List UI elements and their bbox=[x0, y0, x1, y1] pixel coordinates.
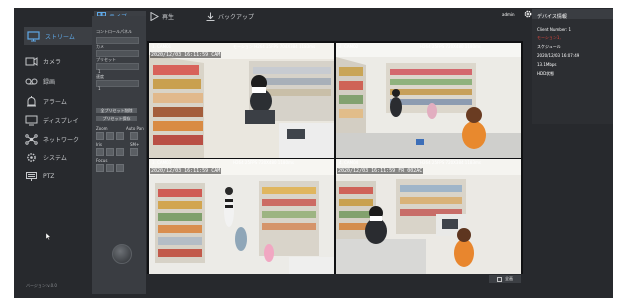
ptz-icon bbox=[26, 171, 37, 181]
camera-view-1[interactable]: 1. CAM01 モーション H264 25FPS 704X384 1183ms… bbox=[149, 43, 334, 158]
save-preset-button[interactable]: プリセット保存 bbox=[96, 116, 137, 121]
system-icon bbox=[27, 152, 36, 162]
sidebar-item-label: ストリーム bbox=[45, 33, 75, 41]
bitrate-value: 13.1Mbps bbox=[537, 62, 557, 67]
current-datetime: 2020/12/03 16:07:49 bbox=[537, 53, 580, 58]
camera-title: 1. CAM01 bbox=[152, 44, 172, 49]
iris-auto-button[interactable] bbox=[116, 148, 124, 156]
sidebar-item-stream[interactable]: ストリーム bbox=[24, 27, 100, 45]
camera-stream-info: H264 25FPS 720X384 1183ms bbox=[420, 160, 481, 165]
camera-feed-image bbox=[149, 159, 334, 274]
iris-label: Iris bbox=[96, 142, 103, 147]
tab-playback[interactable]: 再生 bbox=[150, 11, 174, 21]
sidebar-item-label: システム bbox=[43, 154, 67, 162]
sidebar-item-label: 録画 bbox=[43, 78, 56, 86]
camera-title: 3. CAM03 bbox=[152, 160, 172, 165]
play-icon bbox=[150, 11, 159, 21]
iris-open-button[interactable] bbox=[106, 148, 114, 156]
focus-far-button[interactable] bbox=[106, 164, 114, 172]
speed-select[interactable] bbox=[96, 80, 139, 87]
download-icon bbox=[206, 12, 215, 21]
sidebar-item-label: ディスプレイ bbox=[43, 117, 79, 125]
nvr-app: ストリーム カメラ 録画 アラーム ディスプレイ ネットワーク システム PTZ… bbox=[0, 0, 626, 307]
schedule-label: スケジュール bbox=[537, 44, 561, 49]
control-panel-title: コントロールパネル bbox=[96, 29, 132, 34]
sidebar-item-display[interactable]: ディスプレイ bbox=[22, 111, 100, 129]
camera-title: 2. CAM02 bbox=[339, 44, 359, 49]
speed-mode-button[interactable] bbox=[130, 148, 138, 156]
focus-auto-button[interactable] bbox=[116, 164, 124, 172]
tab-backup[interactable]: バックアップ bbox=[206, 11, 254, 21]
mouse-cursor-icon bbox=[46, 233, 51, 240]
delete-all-presets-button[interactable]: 全プリセット削除 bbox=[96, 108, 137, 113]
layout-icon bbox=[497, 276, 502, 282]
camera-feed-image bbox=[336, 159, 521, 274]
monitor-icon bbox=[27, 30, 40, 41]
camera-timestamp: 2020/12/03 16:11:59 FR 002AC bbox=[337, 168, 424, 174]
network-icon bbox=[25, 133, 38, 145]
zoom-in-button[interactable] bbox=[106, 132, 114, 140]
camera-timestamp: 2020/12/03 16:11:59 CAM bbox=[150, 52, 222, 58]
sidebar-item-system[interactable]: システム bbox=[22, 148, 100, 166]
ptz-joystick[interactable] bbox=[112, 244, 132, 264]
camera-stream-info: H264 25FPS 720X480 1180ms bbox=[233, 160, 294, 165]
motion-status: モーション1, bbox=[537, 35, 561, 40]
speed-mode-label: SM+ bbox=[130, 142, 140, 147]
sidebar-item-camera[interactable]: カメラ bbox=[22, 52, 100, 70]
fullscreen-button[interactable]: 全画 bbox=[489, 275, 521, 283]
sidebar: ストリーム カメラ 録画 アラーム ディスプレイ ネットワーク システム PTZ bbox=[14, 8, 100, 298]
sidebar-item-alarm[interactable]: アラーム bbox=[22, 92, 100, 110]
autopan-button[interactable] bbox=[130, 132, 138, 140]
user-name[interactable]: admin bbox=[502, 12, 515, 17]
sidebar-item-record[interactable]: 録画 bbox=[22, 72, 100, 90]
sidebar-item-label: アラーム bbox=[43, 98, 67, 106]
camera-view-4[interactable]: 4. CAM04 H264 25FPS 720X384 1183ms 2020/… bbox=[336, 159, 521, 274]
camera-stream-info: モーション H264 25FPS 704X384 1183ms bbox=[233, 44, 316, 49]
camera-feed-image bbox=[336, 43, 521, 158]
iris-close-button[interactable] bbox=[96, 148, 104, 156]
sidebar-item-label: PTZ bbox=[43, 172, 55, 180]
sidebar-item-ptz[interactable]: PTZ bbox=[22, 167, 100, 185]
speed-value: 1 bbox=[98, 86, 101, 91]
control-select[interactable] bbox=[96, 37, 139, 44]
camera-grid: 1. CAM01 モーション H264 25FPS 704X384 1183ms… bbox=[147, 41, 523, 274]
zoom-label: Zoom bbox=[96, 126, 108, 131]
sidebar-item-label: カメラ bbox=[43, 58, 62, 66]
gear-icon[interactable] bbox=[524, 10, 532, 18]
focus-label: Focus bbox=[96, 158, 108, 163]
camera-view-2[interactable]: 2. CAM02 H264 25FPS 720X480 1180ms bbox=[336, 43, 521, 158]
camera-title: 4. CAM04 bbox=[339, 160, 359, 165]
focus-near-button[interactable] bbox=[96, 164, 104, 172]
camera-timestamp: 2020/12/03 16:11:59 CAM bbox=[150, 168, 222, 174]
camera-view-3[interactable]: 3. CAM03 H264 25FPS 720X480 1180ms 2020/… bbox=[149, 159, 334, 274]
autopan-label: Auto Pan bbox=[126, 126, 144, 131]
camera-select[interactable] bbox=[96, 50, 139, 57]
display-icon bbox=[25, 115, 38, 125]
camera-feed-image bbox=[149, 43, 334, 158]
preset-select[interactable] bbox=[96, 63, 139, 70]
zoom-wide-button[interactable] bbox=[116, 132, 124, 140]
device-info-title: デバイス情報 bbox=[537, 14, 567, 20]
tab-label: バックアップ bbox=[218, 13, 255, 21]
sidebar-item-network[interactable]: ネットワーク bbox=[22, 130, 100, 148]
camera-stream-info: H264 25FPS 720X480 1180ms bbox=[420, 44, 481, 49]
fullscreen-label: 全画 bbox=[505, 276, 513, 281]
camera-icon bbox=[25, 56, 38, 66]
alarm-icon bbox=[27, 95, 36, 106]
tab-label: 再生 bbox=[162, 13, 175, 21]
version-label: バージョン:v.0.0 bbox=[26, 283, 57, 288]
zoom-out-button[interactable] bbox=[96, 132, 104, 140]
tape-icon bbox=[25, 78, 38, 84]
sidebar-item-label: ネットワーク bbox=[43, 136, 80, 144]
client-number: Client Number: 1 bbox=[537, 27, 572, 32]
hdd-status: HDD状態 bbox=[537, 71, 555, 76]
